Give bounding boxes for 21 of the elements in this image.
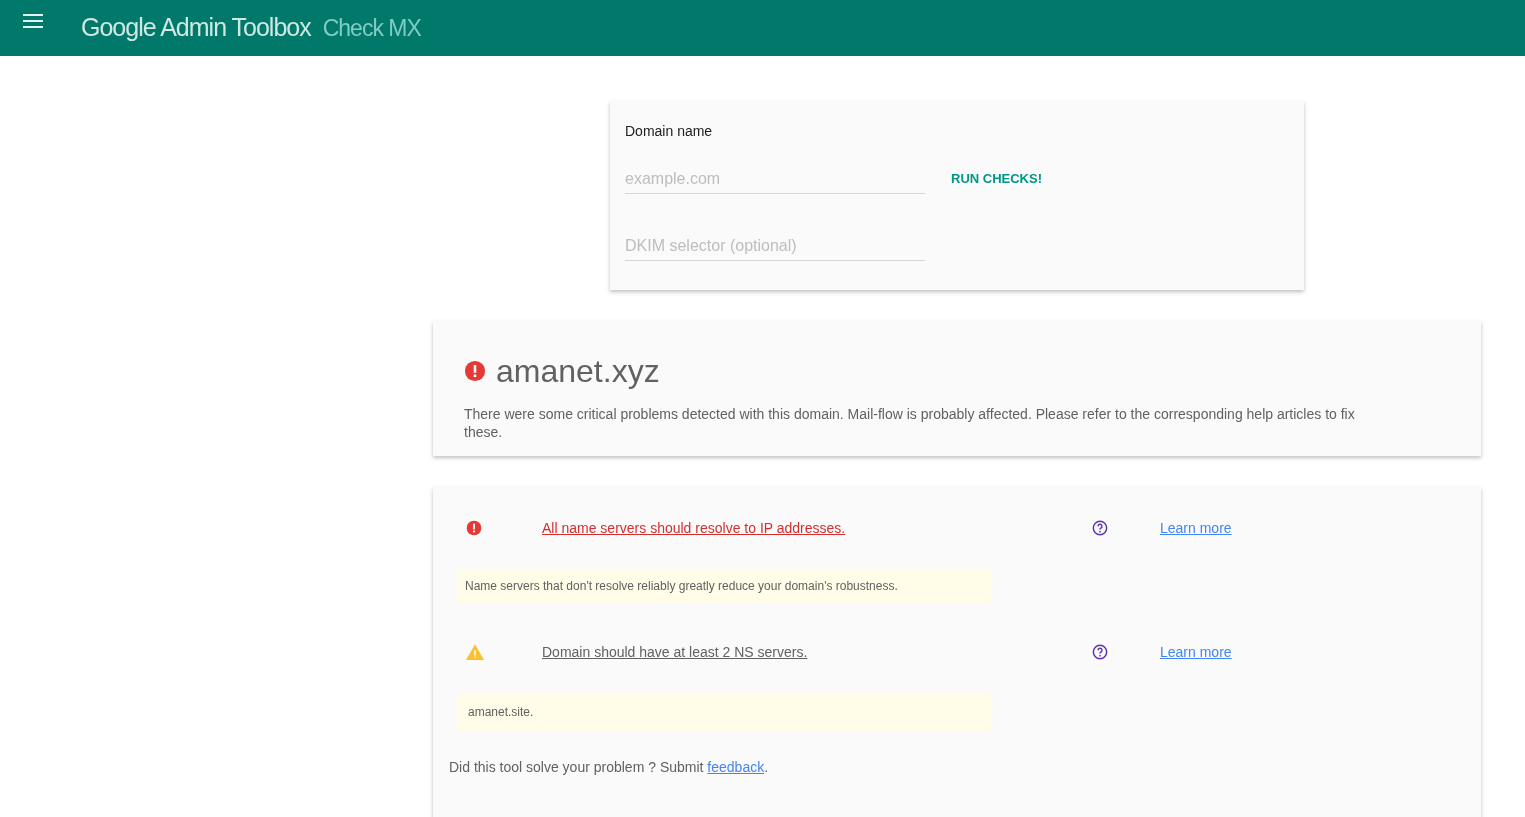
learn-more-link[interactable]: Learn more <box>1160 517 1232 539</box>
help-icon[interactable] <box>1092 520 1108 536</box>
domain-heading: amanet.xyz <box>496 352 660 391</box>
error-icon <box>466 520 482 536</box>
check-title-link[interactable]: All name servers should resolve to IP addresses. <box>542 517 1092 539</box>
field-label: Domain name <box>625 122 714 141</box>
feedback-prompt: Did this tool solve your problem ? Submit feedback. <box>449 758 770 777</box>
error-icon <box>464 360 486 382</box>
check-detail: amanet.site. <box>457 693 991 731</box>
menu-icon[interactable] <box>23 14 43 28</box>
domain-field[interactable]: example.com <box>625 164 925 194</box>
learn-more-link[interactable]: Learn more <box>1160 641 1232 663</box>
tool-name: Check MX <box>322 13 421 43</box>
help-icon[interactable] <box>1092 644 1108 660</box>
summary-message: There were some critical problems detected with this domain. Mail-flow is probably affected. Please refer to the corresponding help articles to fix these. <box>464 405 1356 441</box>
dkim-field[interactable]: DKIM selector (optional) <box>625 231 925 261</box>
check-detail: Name servers that don't resolve reliably greatly reduce your domain's robustness. <box>457 569 991 603</box>
warning-icon <box>466 644 484 660</box>
check-title-link[interactable]: Domain should have at least 2 NS servers. <box>542 641 1092 663</box>
run-checks-button[interactable]: RUN CHECKS! <box>943 164 1050 194</box>
app-title: Google Admin Toolbox <box>81 12 311 44</box>
